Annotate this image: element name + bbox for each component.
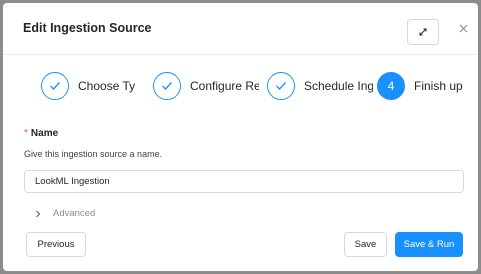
save-and-run-button[interactable]: Save & Run [395,232,463,257]
step-check-circle [153,72,181,100]
required-mark: * [24,128,28,139]
expand-button[interactable] [407,19,439,45]
name-input[interactable] [24,170,464,193]
step-label: Choose Type [78,79,135,93]
expand-icon [419,28,427,36]
steps-bar: Choose Type Configure Recipe Schedule In… [3,70,478,104]
name-label-text: Name [30,128,59,139]
step-number-circle: 4 [377,72,405,100]
step-choose-type[interactable]: Choose Type [41,70,135,102]
modal-header: Edit Ingestion Source [3,3,478,55]
check-icon [162,82,172,90]
chevron-right-icon [36,210,41,217]
save-button[interactable]: Save [344,232,387,257]
name-label: * Name [24,128,58,139]
previous-button[interactable]: Previous [26,232,86,257]
check-icon [50,82,60,90]
step-schedule-ingestion[interactable]: Schedule Ingestion [267,70,373,102]
step-label: Schedule Ingestion [304,79,373,93]
advanced-toggle[interactable]: Advanced [35,208,95,219]
step-label: Finish up [414,79,463,93]
step-configure-recipe[interactable]: Configure Recipe [153,70,259,102]
advanced-label: Advanced [53,208,96,219]
step-label: Configure Recipe [190,79,259,93]
step-check-circle [41,72,69,100]
step-finish-up[interactable]: 4 Finish up [377,70,477,102]
name-help-text: Give this ingestion source a name. [24,149,163,159]
step-check-circle [267,72,295,100]
close-button[interactable] [455,20,471,36]
check-icon [276,82,286,90]
close-icon [459,24,467,32]
edit-ingestion-source-modal: Edit Ingestion Source Choose Type [3,3,478,271]
modal-title: Edit Ingestion Source [23,21,152,35]
